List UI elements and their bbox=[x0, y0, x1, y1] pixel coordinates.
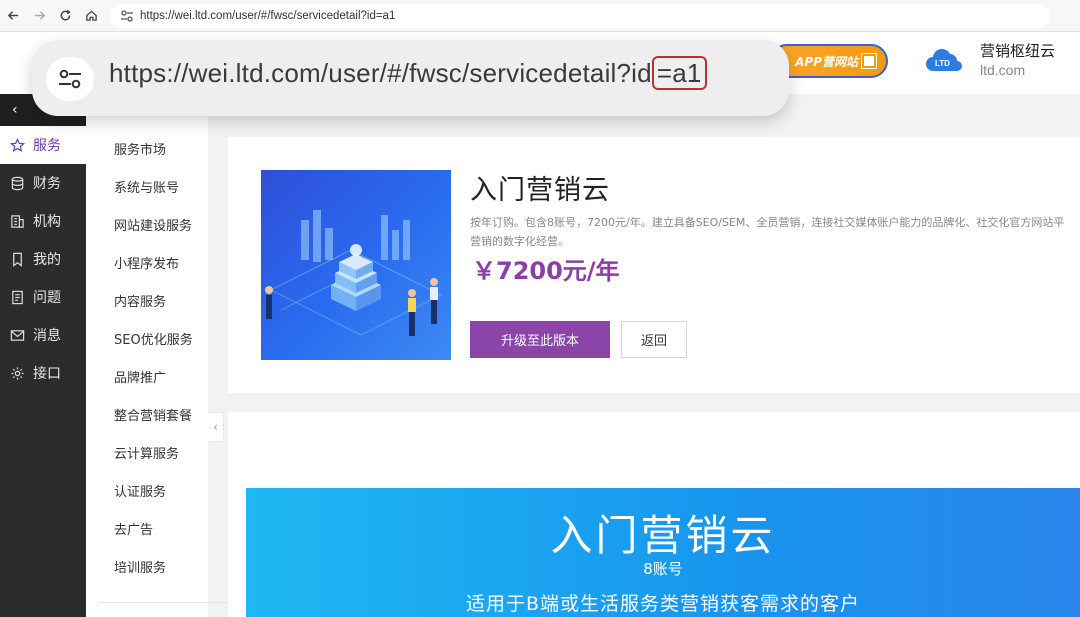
sidebar-item-label: 机构 bbox=[33, 214, 61, 230]
back-button[interactable]: 返回 bbox=[621, 321, 687, 358]
submenu-item[interactable]: 去广告 bbox=[114, 519, 153, 538]
submenu-item[interactable]: 小程序发布 bbox=[114, 253, 179, 272]
site-settings-icon[interactable] bbox=[46, 57, 94, 101]
submenu-item[interactable]: 云计算服务 bbox=[114, 443, 179, 462]
sidebar-item-service[interactable]: 服务 bbox=[0, 126, 86, 164]
product-description: 按年订购。包含8账号，7200元/年。建立具备SEO/SEM、全员营销，连接社交… bbox=[470, 213, 1080, 251]
zoomed-url-text: https://wei.ltd.com/user/#/fwsc/serviced… bbox=[109, 56, 707, 90]
submenu-item[interactable]: SEO优化服务 bbox=[114, 329, 193, 348]
bookmark-icon bbox=[13, 252, 22, 267]
sidebar-item-messages[interactable]: 消息 bbox=[0, 316, 86, 354]
url-param-highlight: =a1 bbox=[651, 56, 707, 90]
document-icon bbox=[12, 290, 23, 304]
sidebar-item-label: 财务 bbox=[33, 176, 61, 192]
home-icon[interactable] bbox=[78, 3, 104, 29]
address-bar[interactable]: https://wei.ltd.com/user/#/fwsc/serviced… bbox=[110, 3, 1050, 28]
main-sidebar: ‹ 服务 财务 机构 我的 问题 消息 接口 bbox=[0, 94, 86, 617]
submenu-item[interactable]: 品牌推广 bbox=[114, 367, 166, 386]
submenu-item[interactable]: 培训服务 bbox=[114, 557, 166, 576]
svg-text:LTD: LTD bbox=[935, 59, 950, 68]
gear-icon bbox=[11, 366, 24, 380]
brand-domain: ltd.com bbox=[980, 62, 1026, 78]
database-icon bbox=[11, 176, 24, 190]
product-price: ￥7200元/年 bbox=[472, 257, 620, 285]
upgrade-button[interactable]: 升级至此版本 bbox=[470, 321, 610, 358]
sidebar-item-questions[interactable]: 问题 bbox=[0, 278, 86, 316]
sidebar-item-label: 服务 bbox=[33, 138, 61, 154]
zoomed-url-main: https://wei.ltd.com/user/#/fwsc/serviced… bbox=[109, 58, 652, 88]
isometric-datacenter-icon bbox=[265, 210, 442, 336]
sidebar-item-finance[interactable]: 财务 bbox=[0, 164, 86, 202]
site-settings-icon[interactable] bbox=[120, 9, 134, 23]
sidebar-item-label: 问题 bbox=[33, 290, 61, 306]
mail-icon bbox=[10, 329, 25, 341]
product-description-line: 按年订购。包含8账号，7200元/年。建立具备SEO/SEM、全员营销，连接社交… bbox=[470, 216, 1065, 229]
star-icon bbox=[10, 137, 25, 152]
submenu-collapse-icon[interactable]: ‹ bbox=[208, 412, 224, 442]
qr-code-icon bbox=[861, 53, 877, 69]
banner-title: 入门营销云 bbox=[550, 511, 776, 560]
address-text: https://wei.ltd.com/user/#/fwsc/serviced… bbox=[140, 9, 396, 22]
back-arrow-icon[interactable] bbox=[0, 3, 26, 29]
submenu-item[interactable]: 系统与账号 bbox=[114, 177, 179, 196]
submenu-item[interactable]: 整合营销套餐 bbox=[114, 405, 192, 424]
building-icon bbox=[11, 214, 24, 228]
submenu-item[interactable]: 内容服务 bbox=[114, 291, 166, 310]
cloud-logo-icon: LTD bbox=[926, 49, 962, 71]
product-illustration bbox=[261, 170, 451, 360]
brand-name: 营销枢纽云 bbox=[980, 42, 1056, 60]
sidebar-item-api[interactable]: 接口 bbox=[0, 354, 86, 392]
service-submenu: 服务市场 系统与账号 网站建设服务 小程序发布 内容服务 SEO优化服务 品牌推… bbox=[86, 94, 280, 617]
product-description-line: 营销的数字化经营。 bbox=[470, 235, 569, 248]
banner-subtitle: 8账号 bbox=[643, 560, 683, 578]
submenu-item[interactable]: 服务市场 bbox=[114, 139, 166, 158]
sidebar-item-label: 接口 bbox=[33, 366, 61, 382]
sidebar-item-label: 我的 bbox=[33, 252, 61, 268]
sidebar-item-label: 消息 bbox=[33, 328, 61, 344]
sidebar-item-mine[interactable]: 我的 bbox=[0, 240, 86, 278]
zoomed-address-popup: https://wei.ltd.com/user/#/fwsc/serviced… bbox=[32, 40, 789, 116]
forward-arrow-icon[interactable] bbox=[26, 3, 52, 29]
product-banner: 入门营销云 8账号 适用于B端或生活服务类营销获客需求的客户 bbox=[246, 488, 1080, 617]
browser-toolbar: https://wei.ltd.com/user/#/fwsc/serviced… bbox=[0, 0, 1080, 32]
app-badge-label: APP营网站 bbox=[795, 54, 858, 69]
sidebar-item-org[interactable]: 机构 bbox=[0, 202, 86, 240]
submenu-item[interactable]: 认证服务 bbox=[114, 481, 166, 500]
banner-description: 适用于B端或生活服务类营销获客需求的客户 bbox=[465, 593, 861, 615]
submenu-item[interactable]: 网站建设服务 bbox=[114, 215, 192, 234]
product-title: 入门营销云 bbox=[470, 175, 610, 206]
reload-icon[interactable] bbox=[52, 3, 78, 29]
